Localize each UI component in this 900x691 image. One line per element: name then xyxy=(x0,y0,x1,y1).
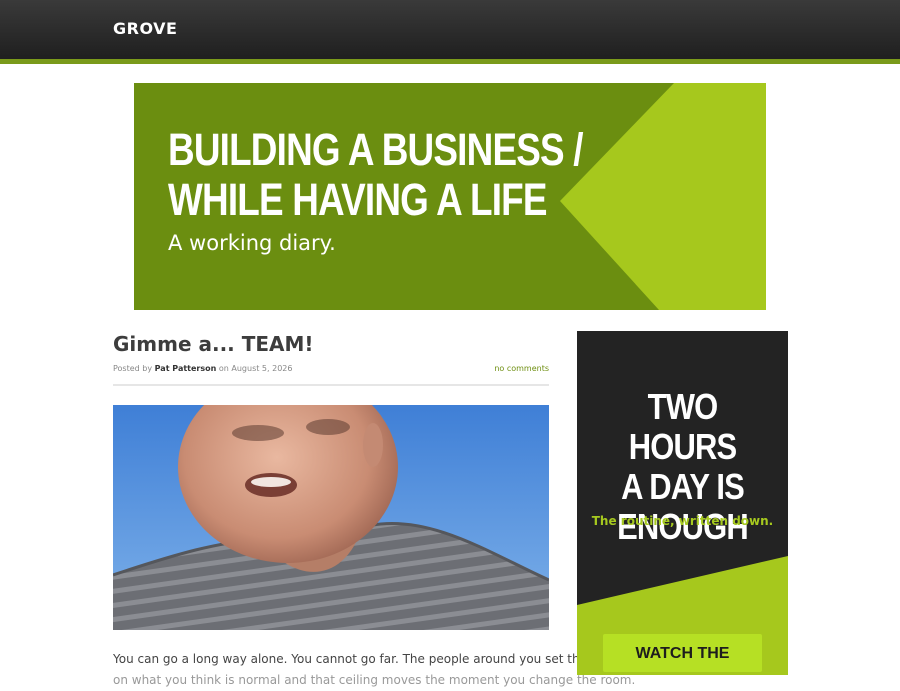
meta-prefix: Posted by xyxy=(113,364,153,373)
post-date: August 5, 2026 xyxy=(231,364,293,373)
meta-on: on xyxy=(218,364,229,373)
post-meta: Posted by Pat Patterson on August 5, 202… xyxy=(113,364,549,378)
ad-headline-line2: A DAY IS xyxy=(621,466,745,507)
site-header: GROVE xyxy=(0,0,900,64)
post-featured-image[interactable] xyxy=(113,405,549,630)
banner-headline: BUILDING A BUSINESS / WHILE HAVING A LIF… xyxy=(168,124,584,225)
post-title[interactable]: Gimme a... TEAM! xyxy=(113,330,549,358)
hero-banner[interactable]: BUILDING A BUSINESS / WHILE HAVING A LIF… xyxy=(134,83,766,310)
excerpt-line2: on what you think is normal and that cei… xyxy=(113,673,636,687)
watch-video-button[interactable]: WATCH THE VIDEO xyxy=(603,634,762,672)
sidebar-ad[interactable]: TWO HOURS A DAY IS ENOUGH The routine, w… xyxy=(577,331,788,675)
banner-text: BUILDING A BUSINESS / WHILE HAVING A LIF… xyxy=(168,124,674,256)
ad-headline-line1: TWO HOURS xyxy=(628,386,737,467)
ad-subline: The routine, written down. xyxy=(591,514,774,528)
site-logo-link[interactable]: GROVE xyxy=(113,19,177,38)
banner-headline-line1: BUILDING A BUSINESS / xyxy=(168,124,584,175)
blog-post: Gimme a... TEAM! Posted by Pat Patterson… xyxy=(113,330,635,687)
post-excerpt: You can go a long way alone. You cannot … xyxy=(113,649,636,691)
comments-link[interactable]: no comments xyxy=(494,364,549,373)
banner-tagline: A working diary. xyxy=(168,231,336,255)
banner-headline-line2: WHILE HAVING A LIFE xyxy=(168,174,548,225)
excerpt-line1: You can go a long way alone. You cannot … xyxy=(113,652,630,666)
featured-photo xyxy=(113,405,549,630)
post-divider xyxy=(113,384,549,386)
post-author-link[interactable]: Pat Patterson xyxy=(155,364,217,373)
